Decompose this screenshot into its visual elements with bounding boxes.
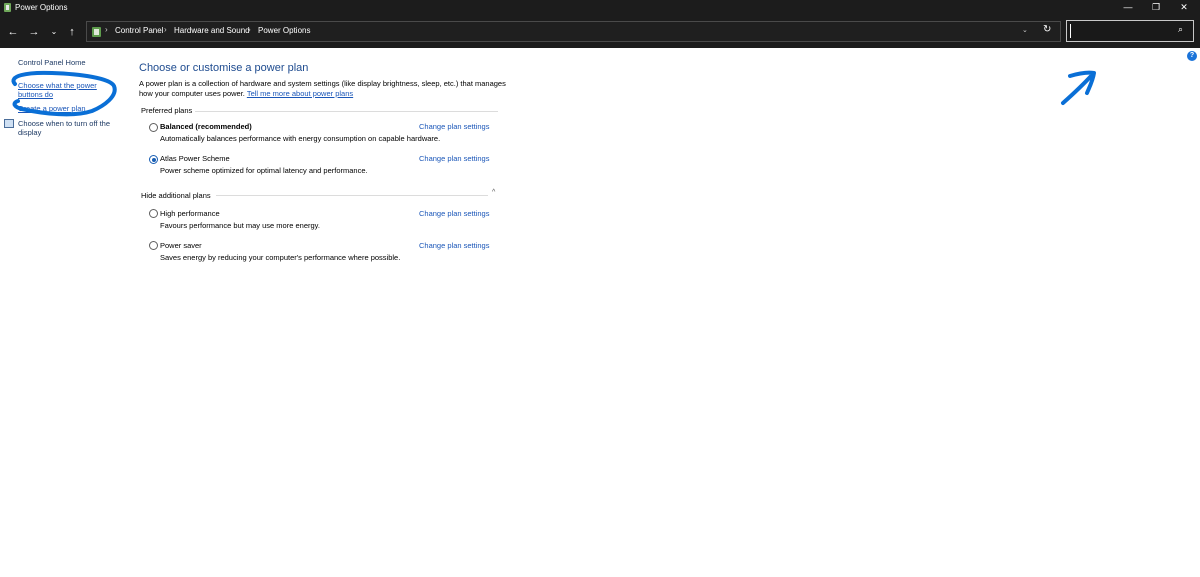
plan-radio-power-saver[interactable] — [149, 241, 158, 250]
plan-name-power-saver[interactable]: Power saver — [160, 241, 202, 250]
plan-name-atlas[interactable]: Atlas Power Scheme — [160, 154, 230, 163]
plan-desc-atlas: Power scheme optimized for optimal laten… — [160, 166, 368, 175]
back-button[interactable]: ← — [5, 24, 21, 40]
address-bar[interactable]: › Control Panel › Hardware and Sound › P… — [86, 21, 1061, 42]
breadcrumb-control-panel[interactable]: Control Panel — [115, 26, 163, 35]
plan-radio-high-performance[interactable] — [149, 209, 158, 218]
close-button[interactable]: ✕ — [1173, 0, 1195, 16]
group-divider — [195, 111, 498, 112]
change-plan-settings-high-performance[interactable]: Change plan settings — [419, 209, 489, 218]
chevron-up-icon[interactable]: ^ — [492, 189, 495, 196]
change-plan-settings-power-saver[interactable]: Change plan settings — [419, 241, 489, 250]
plan-desc-balanced: Automatically balances performance with … — [160, 134, 441, 143]
group-divider — [216, 195, 488, 196]
title-bar: Power Options — ❐ ✕ — [0, 0, 1200, 16]
plan-name-high-performance[interactable]: High performance — [160, 209, 220, 218]
breadcrumb-power-options[interactable]: Power Options — [258, 26, 310, 35]
minimize-button[interactable]: — — [1117, 0, 1139, 16]
change-plan-settings-balanced[interactable]: Change plan settings — [419, 122, 489, 131]
hide-additional-plans-heading[interactable]: Hide additional plans — [141, 191, 211, 200]
sidebar-item-display-off[interactable]: Choose when to turn off the display — [18, 119, 118, 137]
breadcrumb-separator: › — [105, 25, 108, 34]
power-options-icon — [4, 3, 11, 12]
breadcrumb-hardware-and-sound[interactable]: Hardware and Sound — [174, 26, 250, 35]
window-title: Power Options — [15, 3, 68, 12]
sidebar-item-create-plan[interactable]: Create a power plan — [18, 104, 86, 113]
control-panel-icon — [92, 27, 101, 37]
refresh-icon[interactable]: ↻ — [1043, 24, 1051, 35]
up-button[interactable]: ↑ — [64, 24, 80, 40]
page-title: Choose or customise a power plan — [139, 62, 309, 74]
recent-locations-button[interactable]: ⌄ — [46, 24, 62, 40]
help-icon[interactable]: ? — [1187, 51, 1197, 61]
breadcrumb-separator: › — [248, 25, 251, 34]
plan-name-balanced[interactable]: Balanced (recommended) — [160, 122, 252, 131]
preferred-plans-heading: Preferred plans — [141, 106, 193, 115]
breadcrumb-separator: › — [164, 25, 167, 34]
plan-radio-atlas[interactable] — [149, 155, 158, 164]
annotation-arrow-stroke — [1061, 70, 1096, 105]
sidebar-home-link[interactable]: Control Panel Home — [18, 58, 86, 67]
plan-radio-balanced[interactable] — [149, 123, 158, 132]
tell-me-more-link[interactable]: Tell me more about power plans — [247, 89, 353, 98]
search-icon[interactable]: ⌕ — [1178, 24, 1183, 35]
plan-desc-power-saver: Saves energy by reducing your computer's… — [160, 253, 401, 262]
search-input[interactable]: ⌕ — [1066, 20, 1194, 42]
address-row: ← → ⌄ ↑ › Control Panel › Hardware and S… — [0, 16, 1200, 48]
plan-desc-high-performance: Favours performance but may use more ene… — [160, 221, 320, 230]
monitor-icon — [4, 119, 14, 128]
intro-text: A power plan is a collection of hardware… — [139, 79, 509, 98]
forward-button[interactable]: → — [26, 24, 42, 40]
address-dropdown-icon[interactable]: ⌄ — [1022, 26, 1028, 34]
maximize-button[interactable]: ❐ — [1145, 0, 1167, 16]
sidebar-item-power-buttons[interactable]: Choose what the power buttons do — [18, 81, 108, 99]
text-caret — [1070, 24, 1071, 38]
change-plan-settings-atlas[interactable]: Change plan settings — [419, 154, 489, 163]
